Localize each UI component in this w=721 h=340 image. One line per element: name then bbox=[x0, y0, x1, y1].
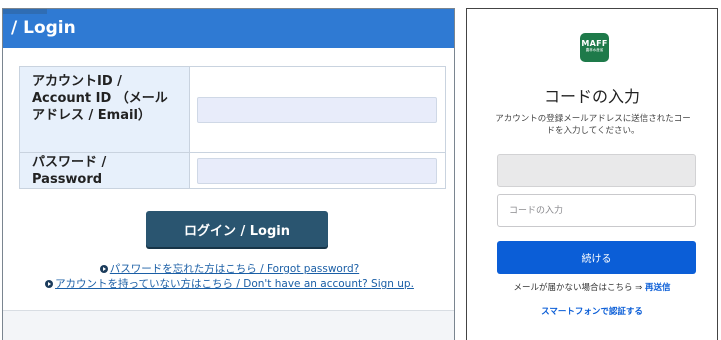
account-row: アカウントID / Account ID （メールアドレス / Email） bbox=[20, 67, 445, 152]
footer-band bbox=[3, 311, 454, 340]
resend-row: メールが届かない場合はこちら ⇒ 再送信 bbox=[467, 281, 717, 293]
code-entry-panel: MAFF 農林水産省 コードの入力 アカウントの登録メールアドレスに送信されたコ… bbox=[466, 8, 718, 340]
page-title: コードの入力 bbox=[543, 87, 640, 106]
resend-link[interactable]: 再送信 bbox=[645, 283, 671, 293]
account-id-input[interactable] bbox=[197, 96, 437, 123]
maff-logo: MAFF 農林水産省 bbox=[580, 33, 609, 62]
password-label: パスワード / Password bbox=[20, 153, 190, 188]
arrow-circle-icon bbox=[99, 265, 108, 273]
password-row: パスワード / Password bbox=[20, 152, 445, 188]
password-input[interactable] bbox=[197, 157, 437, 184]
resend-prompt: メールが届かない場合はこちら ⇒ bbox=[513, 283, 645, 293]
header-tab-accent bbox=[3, 9, 47, 14]
forgot-password-row: パスワードを忘れた方はこちら / Forgot password? bbox=[3, 261, 454, 276]
instructions-text: アカウントの登録メールアドレスに送信されたコードを入力してください。 bbox=[495, 114, 691, 136]
forgot-password-link[interactable]: パスワードを忘れた方はこちら / Forgot password? bbox=[110, 263, 359, 275]
logo-subtitle: 農林水産省 bbox=[585, 48, 604, 52]
login-panel: / Login アカウントID / Account ID （メールアドレス / … bbox=[2, 8, 455, 340]
code-input[interactable] bbox=[497, 194, 696, 227]
login-form: アカウントID / Account ID （メールアドレス / Email） パ… bbox=[19, 66, 446, 189]
signup-link[interactable]: アカウントを持っていない方はこちら / Don't have an accoun… bbox=[55, 278, 414, 290]
smartphone-auth-link[interactable]: スマートフォンで認証する bbox=[467, 305, 717, 317]
signup-row: アカウントを持っていない方はこちら / Don't have an accoun… bbox=[3, 276, 454, 291]
account-id-label: アカウントID / Account ID （メールアドレス / Email） bbox=[20, 67, 190, 152]
email-display-field bbox=[497, 154, 696, 187]
arrow-circle-icon bbox=[45, 280, 54, 288]
login-header: / Login bbox=[3, 9, 454, 48]
logo-title: MAFF bbox=[581, 39, 608, 48]
continue-button[interactable]: 続ける bbox=[497, 241, 696, 274]
login-button[interactable]: ログイン / Login bbox=[146, 211, 328, 247]
